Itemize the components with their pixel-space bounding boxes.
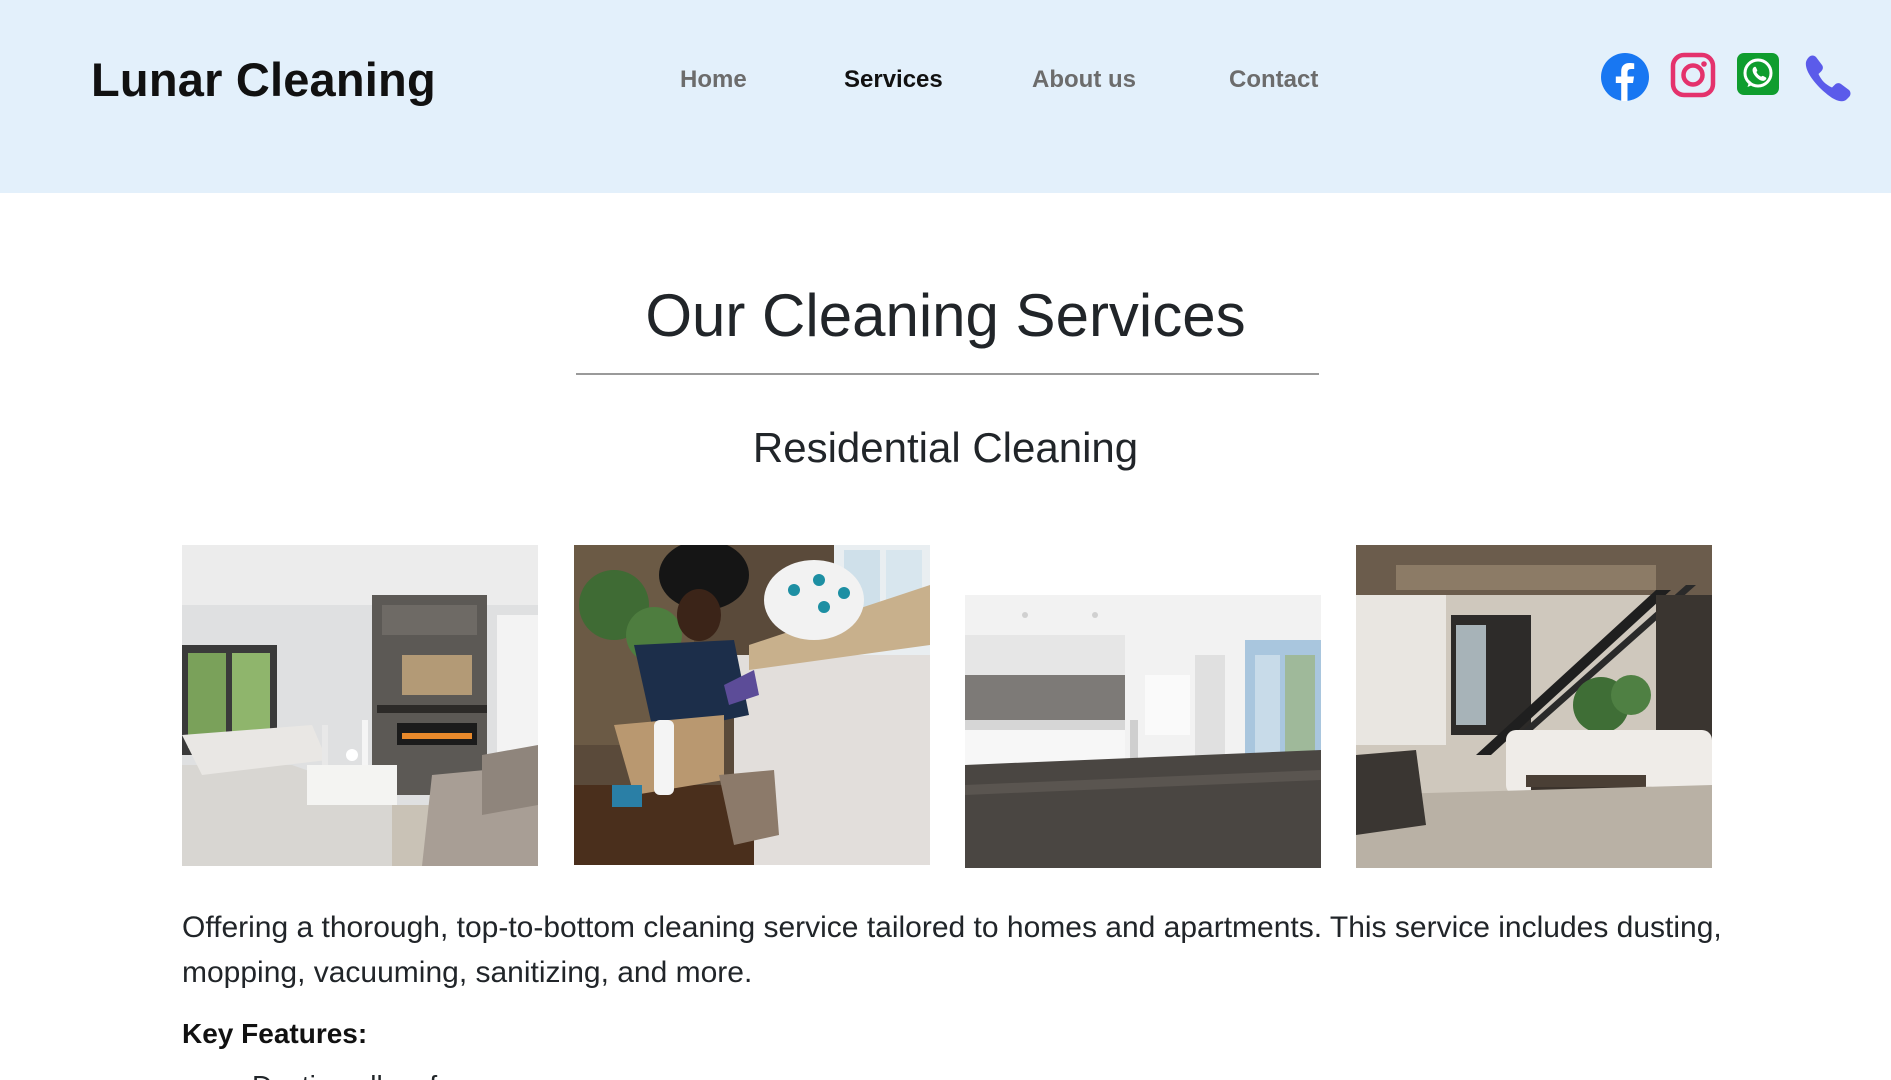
nav-link-about[interactable]: About us	[1032, 66, 1136, 94]
phone-icon[interactable]	[1803, 52, 1853, 102]
nav-link-home[interactable]: Home	[680, 66, 747, 94]
service-description: Offering a thorough, top-to-bottom clean…	[182, 911, 1722, 989]
key-features-list: Dusting all surfaces	[252, 1066, 496, 1080]
whatsapp-icon[interactable]	[1736, 52, 1780, 102]
instagram-icon[interactable]	[1670, 52, 1716, 102]
header-navbar: Lunar Cleaning Home Services About us Co…	[0, 0, 1891, 193]
woman-cleaning-baseboard-image	[574, 545, 930, 865]
title-divider	[576, 373, 1319, 375]
section-title: Residential Cleaning	[752, 424, 1139, 471]
modern-kitchen-image	[965, 545, 1321, 868]
facebook-icon[interactable]	[1600, 52, 1650, 102]
open-living-room-staircase-image	[1356, 545, 1712, 868]
living-room-fireplace-image	[182, 545, 538, 866]
list-item: Dusting all surfaces	[252, 1066, 496, 1080]
page-title: Our Cleaning Services	[645, 282, 1246, 349]
nav-link-services[interactable]: Services	[844, 66, 943, 94]
nav-link-contact[interactable]: Contact	[1229, 66, 1318, 94]
key-features-heading: Key Features:	[182, 1018, 368, 1049]
